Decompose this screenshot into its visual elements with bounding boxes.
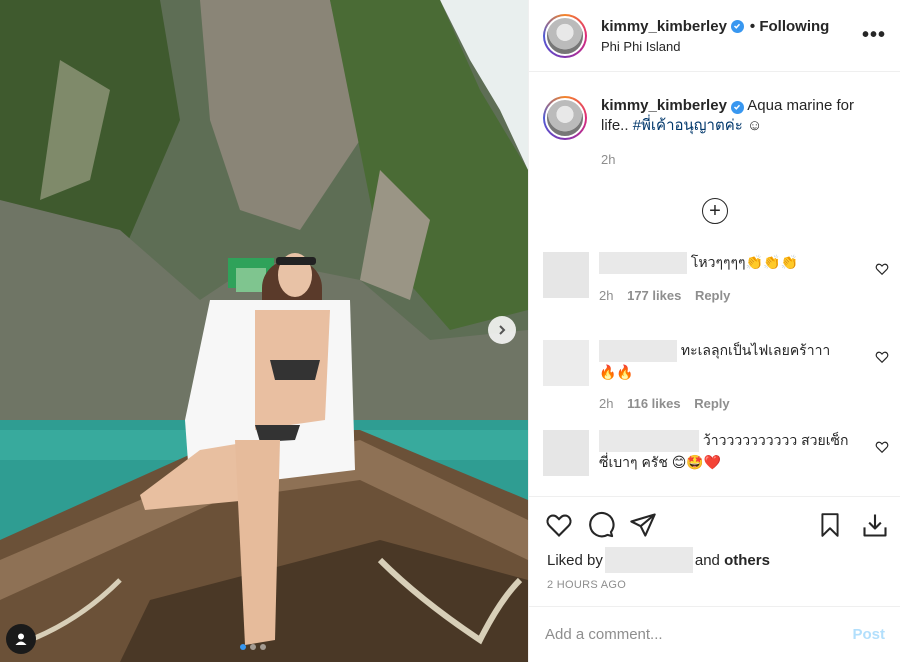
liked-by-others-link[interactable]: others — [724, 552, 770, 569]
comment-likes[interactable]: 177 likes — [627, 288, 681, 303]
caption-avatar[interactable] — [543, 96, 587, 140]
comment-reply-button[interactable]: Reply — [695, 288, 730, 303]
photo-scene — [0, 0, 528, 662]
next-image-button[interactable] — [488, 316, 516, 344]
comment-text: โหวๆๆๆๆ👏👏👏 — [690, 254, 798, 270]
like-comment-icon[interactable] — [875, 262, 889, 276]
share-send-icon[interactable] — [629, 511, 657, 539]
commenter-avatar[interactable] — [543, 340, 589, 386]
carousel-indicator — [240, 644, 266, 650]
post-header: kimmy_kimberley • Following Phi Phi Isla… — [529, 0, 900, 72]
download-icon[interactable] — [861, 511, 889, 539]
more-options-icon[interactable]: ••• — [862, 24, 886, 47]
commenter-avatar[interactable] — [543, 252, 589, 298]
caption-time[interactable]: 2h — [601, 150, 881, 170]
caption-username[interactable]: kimmy_kimberley — [601, 97, 727, 114]
post-photo[interactable] — [0, 0, 528, 662]
post-comment-button[interactable]: Post — [852, 626, 885, 643]
post-timestamp[interactable]: 2 HOURS AGO — [547, 579, 626, 591]
add-comment-bar: Post — [529, 606, 900, 662]
comment-time[interactable]: 2h — [599, 396, 613, 411]
author-username[interactable]: kimmy_kimberley — [601, 18, 727, 35]
commenter-username-redacted[interactable] — [599, 430, 699, 453]
post-caption: kimmy_kimberley Aqua marine for life.. #… — [543, 96, 893, 170]
user-icon — [15, 633, 27, 645]
author-avatar[interactable] — [543, 13, 587, 58]
commenter-username-redacted[interactable] — [599, 340, 677, 363]
carousel-dot-active — [240, 644, 246, 650]
tagged-users-button[interactable] — [6, 624, 36, 654]
liked-by-prefix: Liked by — [547, 551, 603, 569]
post-side-panel: kimmy_kimberley • Following Phi Phi Isla… — [528, 0, 900, 662]
location-link[interactable]: Phi Phi Island — [601, 39, 829, 54]
load-more-comments-button[interactable]: + — [702, 198, 728, 224]
liked-by-and: and — [694, 551, 720, 569]
comment-time[interactable]: 2h — [599, 288, 613, 303]
comment-item: โหวๆๆๆๆ👏👏👏 2h 177 likes Reply — [543, 252, 893, 306]
comment-likes[interactable]: 116 likes — [627, 396, 681, 411]
like-heart-icon[interactable] — [545, 511, 573, 539]
comment-reply-button[interactable]: Reply — [694, 396, 729, 411]
comment-input[interactable] — [545, 626, 853, 643]
commenter-username-redacted[interactable] — [599, 252, 687, 275]
following-button[interactable]: • Following — [750, 18, 829, 35]
comment-item: ว้าวววววววววว สวยเซ็กซี่เบาๆ ครัช 😊🤩❤️ — [543, 430, 893, 476]
carousel-dot — [260, 644, 266, 650]
like-comment-icon[interactable] — [875, 440, 889, 454]
save-bookmark-icon[interactable] — [817, 511, 843, 539]
chevron-right-icon — [499, 325, 506, 335]
liked-by-summary: Liked by and others — [547, 547, 770, 573]
caption-emoji: ☺ — [742, 117, 763, 134]
commenter-avatar[interactable] — [543, 430, 589, 476]
verified-badge-icon — [730, 19, 744, 33]
comment-bubble-icon[interactable] — [587, 511, 615, 539]
caption-hashtag[interactable]: #พี่เค้าอนุญาตค่ะ — [633, 117, 743, 134]
carousel-dot — [250, 644, 256, 650]
post-actions: Liked by and others 2 HOURS AGO — [529, 496, 900, 606]
comment-item: ทะเลลุกเป็นไฟเลยคร้าาา 🔥🔥 2h 116 likes R… — [543, 340, 893, 414]
liked-by-username-redacted[interactable] — [604, 547, 693, 573]
like-comment-icon[interactable] — [875, 350, 889, 364]
verified-badge-icon — [730, 100, 744, 114]
